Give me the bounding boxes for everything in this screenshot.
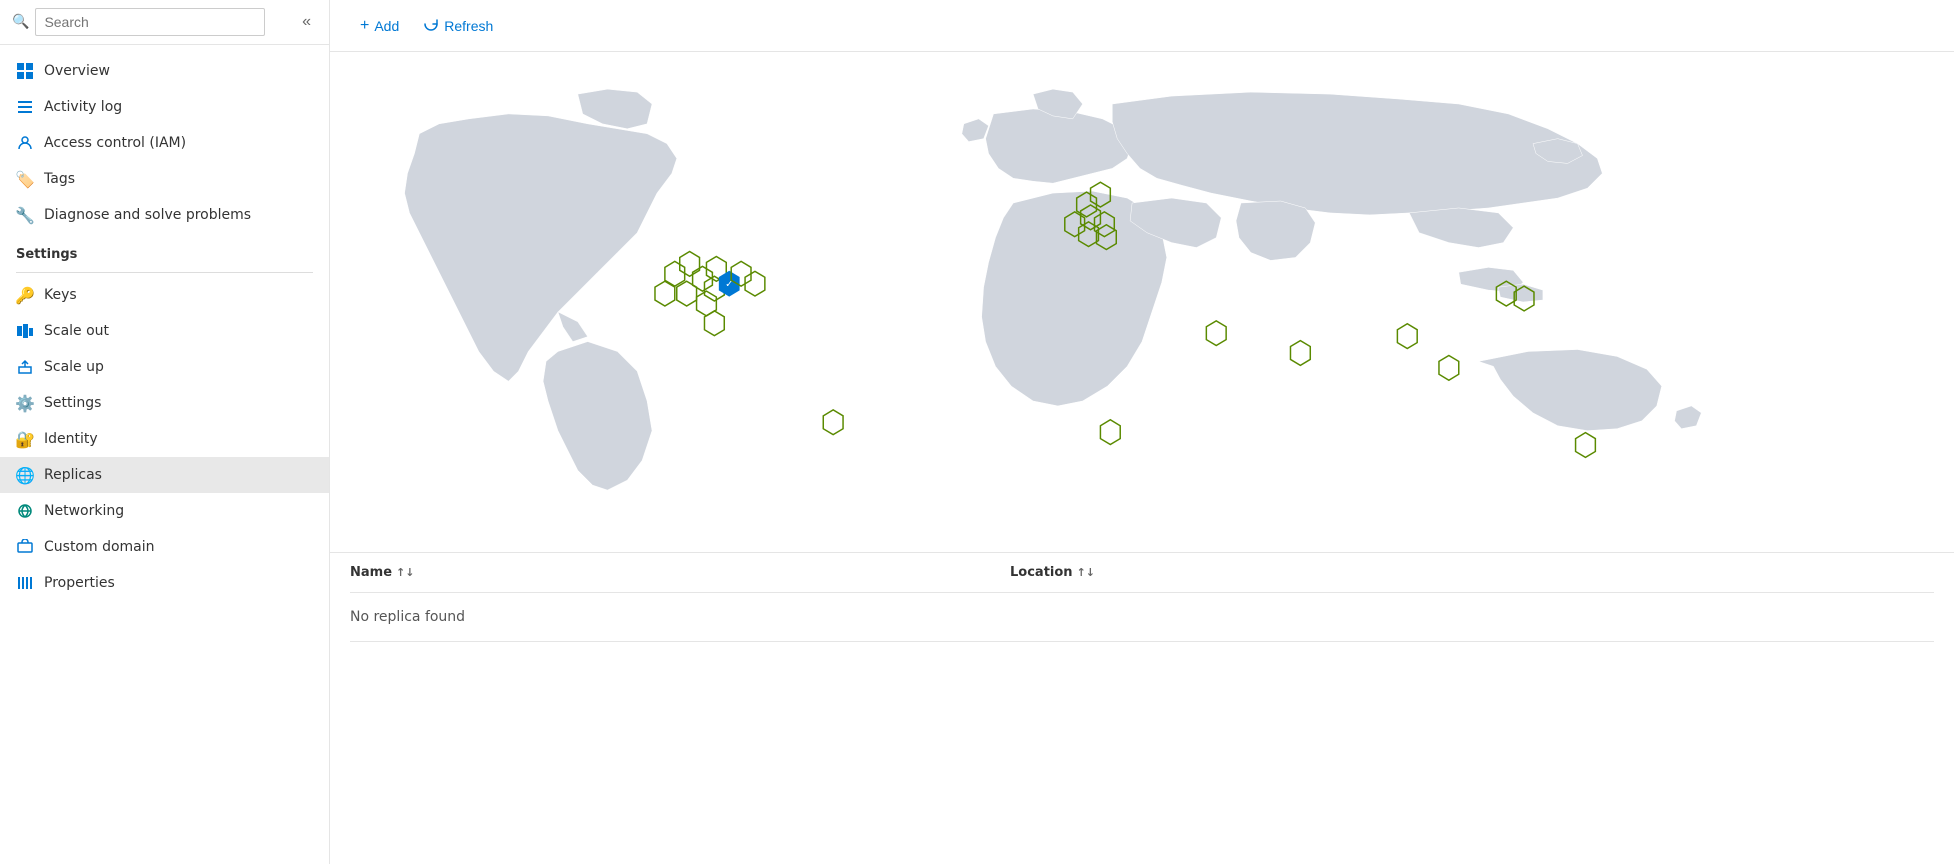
hex-marker: [1290, 341, 1310, 366]
replicas-table: Name ↑↓ Location ↑↓ No replica found: [330, 552, 1954, 642]
sidebar-item-scale-up[interactable]: Scale up: [0, 349, 329, 385]
search-input[interactable]: [35, 8, 265, 36]
collapse-button[interactable]: «: [296, 9, 317, 35]
sidebar-item-custom-domain[interactable]: Custom domain: [0, 529, 329, 565]
sort-icon-name[interactable]: ↑↓: [396, 566, 414, 579]
hex-marker: [1576, 433, 1596, 458]
key-icon: 🔑: [16, 286, 34, 304]
hex-marker: [823, 410, 843, 435]
tag-icon: 🏷️: [16, 170, 34, 188]
person-shield-icon: [16, 134, 34, 152]
wrench-icon: 🔧: [16, 206, 34, 224]
identity-icon: 🔐: [16, 430, 34, 448]
refresh-label: Refresh: [444, 18, 493, 34]
sidebar-item-label: Networking: [44, 503, 124, 519]
section-divider: [16, 272, 313, 273]
content-area: ✓: [330, 52, 1954, 864]
col-location-label: Location: [1010, 565, 1073, 580]
hex-marker: [1439, 355, 1459, 380]
list-icon: [16, 98, 34, 116]
sidebar-item-label: Properties: [44, 575, 115, 591]
sort-icon-location[interactable]: ↑↓: [1077, 566, 1095, 579]
sidebar-item-activity-log[interactable]: Activity log: [0, 89, 329, 125]
search-icon: 🔍: [12, 14, 29, 30]
hex-marker: [655, 281, 675, 306]
hex-marker: [1100, 420, 1120, 445]
sidebar-item-settings[interactable]: ⚙️ Settings: [0, 385, 329, 421]
col-name-header[interactable]: Name ↑↓: [350, 565, 1010, 580]
sidebar-item-label: Settings: [44, 395, 101, 411]
scale-up-icon: [16, 358, 34, 376]
toolbar: + Add Refresh: [330, 0, 1954, 52]
network-icon: [16, 502, 34, 520]
sidebar-item-label: Replicas: [44, 467, 102, 483]
world-map-svg: ✓: [360, 72, 1924, 532]
properties-icon: [16, 574, 34, 592]
sidebar-item-label: Overview: [44, 63, 110, 79]
sidebar-item-label: Scale out: [44, 323, 109, 339]
add-button[interactable]: + Add: [350, 11, 409, 41]
sidebar-item-tags[interactable]: 🏷️ Tags: [0, 161, 329, 197]
settings-section-header: Settings: [0, 233, 329, 268]
gear-icon: ⚙️: [16, 394, 34, 412]
sidebar-item-label: Keys: [44, 287, 77, 303]
sidebar-item-identity[interactable]: 🔐 Identity: [0, 421, 329, 457]
sidebar: 🔍 « Overview Activity log: [0, 0, 330, 864]
add-label: Add: [374, 18, 399, 34]
table-header: Name ↑↓ Location ↑↓: [350, 553, 1934, 593]
col-location-header[interactable]: Location ↑↓: [1010, 565, 1934, 580]
sidebar-item-label: Custom domain: [44, 539, 155, 555]
sidebar-item-label: Diagnose and solve problems: [44, 207, 251, 223]
hex-marker: [745, 271, 765, 296]
sidebar-item-networking[interactable]: Networking: [0, 493, 329, 529]
sidebar-item-label: Activity log: [44, 99, 122, 115]
sidebar-item-access-control[interactable]: Access control (IAM): [0, 125, 329, 161]
main-content: + Add Refresh: [330, 0, 1954, 864]
hex-marker: [1397, 324, 1417, 349]
sidebar-item-properties[interactable]: Properties: [0, 565, 329, 601]
world-map-container: ✓: [330, 52, 1954, 552]
globe-icon: 🌐: [16, 466, 34, 484]
hex-marker: [677, 281, 697, 306]
sidebar-item-replicas[interactable]: 🌐 Replicas: [0, 457, 329, 493]
custom-domain-icon: [16, 538, 34, 556]
hex-marker: [1206, 321, 1226, 346]
hex-marker: [680, 252, 700, 277]
table-empty-message: No replica found: [350, 593, 1934, 642]
plus-icon: +: [360, 17, 369, 35]
refresh-icon: [423, 16, 439, 35]
sidebar-item-diagnose[interactable]: 🔧 Diagnose and solve problems: [0, 197, 329, 233]
sidebar-item-keys[interactable]: 🔑 Keys: [0, 277, 329, 313]
hex-marker: [704, 311, 724, 336]
scale-out-icon: [16, 322, 34, 340]
sidebar-search-bar: 🔍 «: [0, 0, 329, 45]
sidebar-item-label: Scale up: [44, 359, 104, 375]
grid-icon: [16, 62, 34, 80]
refresh-button[interactable]: Refresh: [413, 10, 503, 41]
sidebar-item-label: Tags: [44, 171, 75, 187]
sidebar-item-overview[interactable]: Overview: [0, 53, 329, 89]
sidebar-item-label: Access control (IAM): [44, 135, 186, 151]
sidebar-nav: Overview Activity log Access control (IA…: [0, 45, 329, 609]
sidebar-item-scale-out[interactable]: Scale out: [0, 313, 329, 349]
col-name-label: Name: [350, 565, 392, 580]
sidebar-item-label: Identity: [44, 431, 98, 447]
